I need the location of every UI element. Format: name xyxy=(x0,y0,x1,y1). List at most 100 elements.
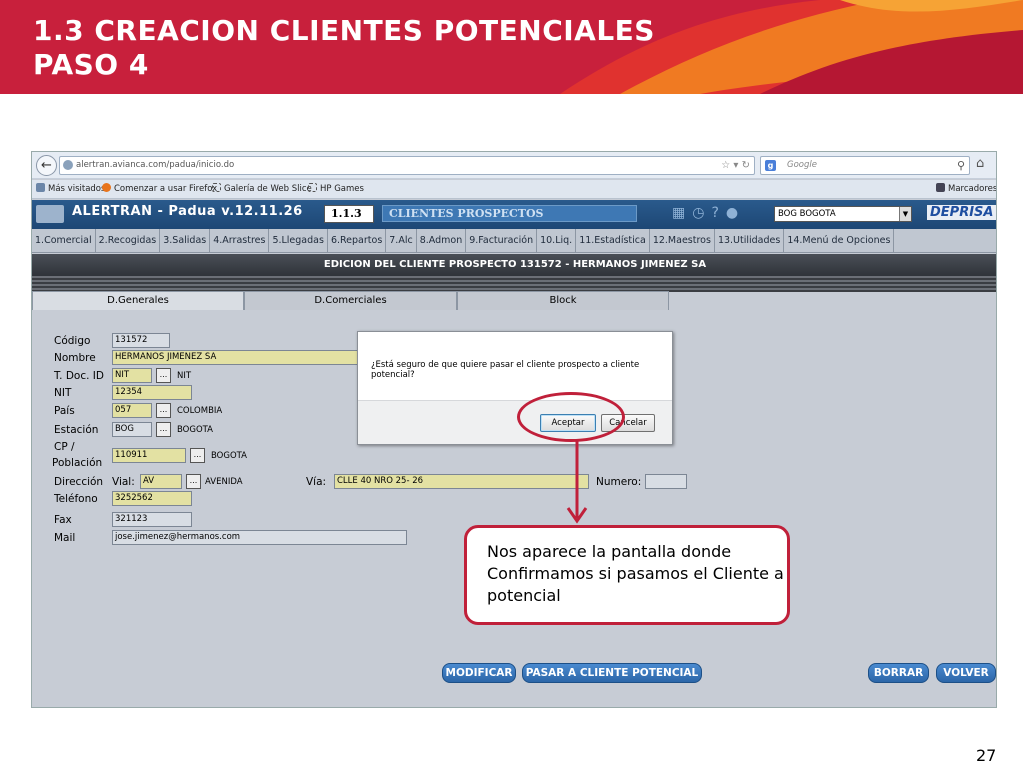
label-nit: NIT xyxy=(54,387,72,399)
confirm-dialog: ¿Está seguro de que quiere pasar el clie… xyxy=(357,331,673,445)
label-tdoc: T. Doc. ID xyxy=(54,370,104,382)
url-text: alertran.avianca.com/padua/inicio.do xyxy=(76,160,235,170)
label-fax: Fax xyxy=(54,514,72,526)
tab-strip: D.Generales D.Comerciales Block xyxy=(32,291,996,310)
cp-desc: BOGOTA xyxy=(211,451,247,461)
highlight-ring xyxy=(517,392,625,442)
borrar-button[interactable]: BORRAR xyxy=(868,663,929,683)
menu-item[interactable]: 3.Salidas xyxy=(160,229,211,252)
tdoc-desc: NIT xyxy=(177,371,192,381)
fax-field[interactable]: 321123 xyxy=(112,512,192,527)
slide-title-line2: PASO 4 xyxy=(33,48,149,81)
star-reload-icons[interactable]: ☆ ▾ ↻ xyxy=(721,157,750,174)
numero-field[interactable] xyxy=(645,474,687,489)
bookmark-most-visited[interactable]: Más visitados xyxy=(36,180,105,199)
menu-item[interactable]: 1.Comercial xyxy=(32,229,96,252)
search-icon[interactable]: ⚲ xyxy=(957,157,965,174)
menu-item[interactable]: 9.Facturación xyxy=(466,229,538,252)
telefono-field[interactable]: 3252562 xyxy=(112,491,192,506)
chevron-down-icon: ▼ xyxy=(899,207,911,221)
menu-item[interactable]: 11.Estadística xyxy=(576,229,650,252)
codigo-field[interactable]: 131572 xyxy=(112,333,170,348)
brand-logo: DEPRISA xyxy=(927,205,996,220)
nit-field[interactable]: 12354 xyxy=(112,385,192,400)
menu-item[interactable]: 5.Llegadas xyxy=(269,229,328,252)
bookmark-icon xyxy=(36,183,45,192)
search-input[interactable]: g Google ⚲ xyxy=(760,156,970,175)
app-title: ALERTRAN - Padua v.12.11.26 xyxy=(72,204,303,219)
estacion-field[interactable]: BOG xyxy=(112,422,152,437)
dialog-footer: Aceptar Cancelar xyxy=(358,400,672,444)
label-nombre: Nombre xyxy=(54,352,96,364)
tab-generales[interactable]: D.Generales xyxy=(32,291,244,310)
slide: 1.3 CREACION CLIENTES POTENCIALES PASO 4… xyxy=(0,0,1023,783)
back-arrow-icon[interactable]: ← xyxy=(36,155,57,176)
nombre-field[interactable]: HERMANOS JIMENEZ SA xyxy=(112,350,358,365)
label-cp: CP / xyxy=(54,441,75,453)
app-header: ALERTRAN - Padua v.12.11.26 1.1.3 CLIENT… xyxy=(32,200,996,229)
bookmarks-bar: Más visitados Comenzar a usar Firefox Ga… xyxy=(32,180,997,199)
cp-lookup-button[interactable]: ... xyxy=(190,448,205,463)
bookmark-label: Galería de Web Slice xyxy=(224,184,312,194)
page-number: 27 xyxy=(976,746,997,765)
menu-item[interactable]: 12.Maestros xyxy=(650,229,715,252)
label-vial: Vial: xyxy=(112,476,135,488)
toolbar-icons[interactable]: ▦◷?● xyxy=(672,205,745,221)
bookmark-web-slice[interactable]: Galería de Web Slice xyxy=(212,180,312,199)
google-icon: g xyxy=(765,160,776,171)
menu-item[interactable]: 13.Utilidades xyxy=(715,229,785,252)
menu-item[interactable]: 10.Liq. xyxy=(537,229,577,252)
globe-icon xyxy=(63,160,73,170)
screen-code-field[interactable]: 1.1.3 xyxy=(324,205,374,223)
menu-item[interactable]: 8.Admon xyxy=(417,229,467,252)
tdoc-lookup-button[interactable]: ... xyxy=(156,368,171,383)
pais-field[interactable]: 057 xyxy=(112,403,152,418)
bookmarks-star-icon xyxy=(936,183,945,192)
slide-title: 1.3 CREACION CLIENTES POTENCIALES PASO 4 xyxy=(33,14,655,82)
mail-field[interactable]: jose.jimenez@hermanos.com xyxy=(112,530,407,545)
menu-item[interactable]: 6.Repartos xyxy=(328,229,387,252)
label-pais: País xyxy=(54,405,75,417)
label-direccion: Dirección xyxy=(54,476,104,488)
url-bar[interactable]: alertran.avianca.com/padua/inicio.do ☆ ▾… xyxy=(59,156,755,175)
web-slice-icon xyxy=(308,183,317,192)
menu-item[interactable]: 4.Arrastres xyxy=(210,229,270,252)
vial-lookup-button[interactable]: ... xyxy=(186,474,201,489)
menu-item[interactable]: 14.Menú de Opciones xyxy=(784,229,895,252)
bookmark-label: Comenzar a usar Firefox xyxy=(114,184,218,194)
tab-block[interactable]: Block xyxy=(457,291,669,310)
bookmark-hp-games[interactable]: HP Games xyxy=(308,180,364,199)
menu-item[interactable]: 2.Recogidas xyxy=(96,229,161,252)
tab-comerciales[interactable]: D.Comerciales xyxy=(244,291,457,310)
truck-logo-icon xyxy=(36,205,64,223)
tdoc-field[interactable]: NIT xyxy=(112,368,152,383)
estacion-lookup-button[interactable]: ... xyxy=(156,422,171,437)
office-value: BOG BOGOTA xyxy=(778,209,836,219)
cp-field[interactable]: 110911 xyxy=(112,448,186,463)
screen-title: EDICION DEL CLIENTE PROSPECTO 131572 - H… xyxy=(32,254,996,276)
pasar-cliente-potencial-button[interactable]: PASAR A CLIENTE POTENCIAL xyxy=(522,663,702,683)
bookmark-label: HP Games xyxy=(320,184,364,194)
pais-lookup-button[interactable]: ... xyxy=(156,403,171,418)
main-menu: 1.Comercial 2.Recogidas 3.Salidas 4.Arrastr… xyxy=(32,229,996,253)
volver-button[interactable]: VOLVER xyxy=(936,663,996,683)
search-placeholder: Google xyxy=(787,160,817,170)
via-field[interactable]: CLLE 40 NRO 25- 26 xyxy=(334,474,589,489)
home-icon[interactable]: ⌂ xyxy=(976,156,984,171)
annotation-text: Nos aparece la pantalla donde Confirmamo… xyxy=(487,542,784,605)
annotation-arrow xyxy=(566,441,588,524)
bookmarks-menu-label: Marcadores xyxy=(948,184,997,194)
office-select[interactable]: BOG BOGOTA ▼ xyxy=(774,206,912,222)
modificar-button[interactable]: MODIFICAR xyxy=(442,663,516,683)
browser-nav-bar: ← alertran.avianca.com/padua/inicio.do ☆… xyxy=(32,152,996,179)
brand-text: DEPRISA xyxy=(930,205,994,220)
menu-item[interactable]: 7.Alc xyxy=(386,229,417,252)
pais-desc: COLOMBIA xyxy=(177,406,223,416)
bookmark-firefox[interactable]: Comenzar a usar Firefox xyxy=(102,180,217,199)
label-codigo: Código xyxy=(54,335,91,347)
web-slice-icon xyxy=(212,183,221,192)
label-telefono: Teléfono xyxy=(54,493,98,505)
bookmarks-menu[interactable]: Marcadores xyxy=(936,180,997,199)
vial-field[interactable]: AV xyxy=(140,474,182,489)
module-name: CLIENTES PROSPECTOS xyxy=(382,205,637,222)
